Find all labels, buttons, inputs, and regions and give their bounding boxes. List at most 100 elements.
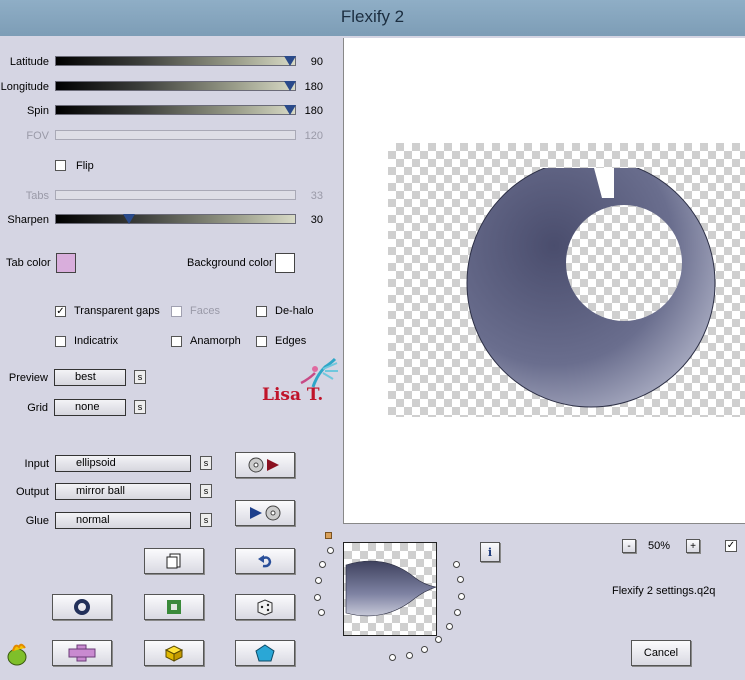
spin-value: 180	[304, 105, 323, 117]
cancel-button[interactable]: Cancel	[631, 640, 691, 666]
sharpen-thumb[interactable]	[123, 214, 135, 224]
navigator-dot[interactable]	[318, 609, 326, 617]
undo-button[interactable]	[235, 548, 295, 574]
de-halo-checkbox[interactable]	[256, 306, 267, 317]
longitude-value: 180	[304, 81, 323, 93]
anamorph-checkbox[interactable]	[171, 336, 182, 347]
transparent-gaps-label: Transparent gaps	[74, 305, 160, 317]
sharpen-slider[interactable]	[55, 214, 296, 224]
load-input-button[interactable]	[235, 452, 295, 478]
navigator-dot[interactable]	[453, 608, 461, 616]
navigator-dot[interactable]	[405, 651, 413, 659]
flip-checkbox[interactable]	[55, 160, 66, 171]
spin-slider[interactable]	[55, 105, 296, 115]
copy-icon	[166, 553, 181, 569]
tabs-label: Tabs	[25, 190, 49, 202]
pentagon-button[interactable]	[235, 640, 295, 666]
zoom-value: 50%	[648, 540, 671, 552]
flaming-pear-logo-icon[interactable]	[5, 641, 31, 667]
tab-color-swatch[interactable]	[56, 253, 76, 273]
random-button[interactable]	[235, 594, 295, 620]
background-color-label: Background color	[187, 257, 273, 269]
faces-checkbox	[171, 306, 182, 317]
input-label: Input	[24, 458, 49, 470]
sharpen-value: 30	[310, 214, 323, 226]
background-color-swatch[interactable]	[275, 253, 295, 273]
grid-select[interactable]: none	[54, 399, 126, 416]
zoom-in-button[interactable]: +	[686, 539, 700, 553]
zoom-fit-checkbox[interactable]: ✓	[725, 540, 737, 552]
navigator-dot[interactable]	[388, 654, 396, 662]
settings-file-name: Flexify 2 settings.q2q	[612, 585, 716, 597]
cross-button[interactable]	[52, 640, 112, 666]
navigator-dot[interactable]	[452, 560, 460, 568]
latitude-label: Latitude	[9, 56, 49, 68]
navigator-dot[interactable]	[318, 561, 326, 569]
indicatrix-label: Indicatrix	[74, 335, 119, 347]
navigator-dot[interactable]	[314, 593, 322, 601]
transparent-gaps-checkbox[interactable]: ✓	[55, 306, 66, 317]
edges-label: Edges	[275, 335, 307, 347]
grid-label: Grid	[27, 402, 48, 414]
longitude-slider[interactable]	[55, 81, 296, 91]
ring-icon	[74, 599, 90, 615]
preview-canvas[interactable]	[343, 38, 745, 524]
navigator-dot[interactable]	[446, 623, 454, 631]
latitude-slider[interactable]	[55, 56, 296, 66]
glue-select[interactable]: normal	[55, 512, 191, 529]
navigator-dot[interactable]	[314, 577, 322, 585]
anamorph-label: Anamorph	[190, 335, 241, 347]
pentagon-icon	[255, 644, 275, 662]
info-button[interactable]: i	[480, 542, 500, 562]
ring-button[interactable]	[52, 594, 112, 620]
frame-button[interactable]	[144, 594, 204, 620]
input-s-button[interactable]: s	[200, 456, 212, 470]
watermark-text: Lisa T.	[262, 385, 324, 405]
input-select[interactable]: ellipsoid	[55, 455, 191, 472]
dice-icon	[257, 599, 273, 616]
tabs-slider	[55, 190, 296, 200]
tabs-value: 33	[310, 190, 323, 202]
grid-s-button[interactable]: s	[134, 400, 146, 414]
fov-value: 120	[304, 130, 323, 142]
square-frame-icon	[167, 600, 181, 614]
navigator-dot[interactable]	[435, 635, 443, 643]
navigator-dot[interactable]	[326, 546, 334, 554]
cube-icon	[164, 645, 184, 662]
edges-checkbox[interactable]	[256, 336, 267, 347]
fov-label: FOV	[26, 130, 49, 142]
longitude-label: Longitude	[0, 81, 49, 93]
indicatrix-checkbox[interactable]	[55, 336, 66, 347]
de-halo-label: De-halo	[275, 305, 314, 317]
navigator-dial[interactable]	[310, 540, 470, 680]
preview-s-button[interactable]: s	[134, 370, 146, 384]
fov-slider	[55, 130, 296, 140]
preview-label: Preview	[8, 372, 48, 384]
undo-icon	[258, 555, 272, 568]
latitude-value: 90	[310, 56, 323, 68]
glue-s-button[interactable]: s	[200, 513, 212, 527]
glue-label: Glue	[25, 515, 49, 527]
zoom-out-button[interactable]: -	[622, 539, 636, 553]
preview-select[interactable]: best	[54, 369, 126, 386]
mirror-ball-preview-image	[466, 168, 716, 408]
cube-button[interactable]	[144, 640, 204, 666]
window-title: Flexify 2	[340, 7, 405, 26]
flip-label: Flip	[76, 160, 94, 172]
tab-color-label: Tab color	[6, 257, 51, 269]
navigator-dot[interactable]	[421, 645, 429, 653]
navigator-dot[interactable]	[457, 592, 465, 600]
output-label: Output	[15, 486, 49, 498]
output-s-button[interactable]: s	[200, 484, 212, 498]
cross-icon	[68, 644, 96, 662]
disc-to-output-icon	[248, 457, 279, 473]
output-to-disc-icon	[250, 505, 281, 521]
navigator-dot[interactable]	[457, 576, 465, 584]
copy-button[interactable]	[144, 548, 204, 574]
output-select[interactable]: mirror ball	[55, 483, 191, 500]
spin-label: Spin	[26, 105, 49, 117]
faces-label: Faces	[190, 305, 220, 317]
sharpen-label: Sharpen	[7, 214, 49, 226]
save-output-button[interactable]	[235, 500, 295, 526]
navigator-handle[interactable]	[325, 532, 332, 539]
